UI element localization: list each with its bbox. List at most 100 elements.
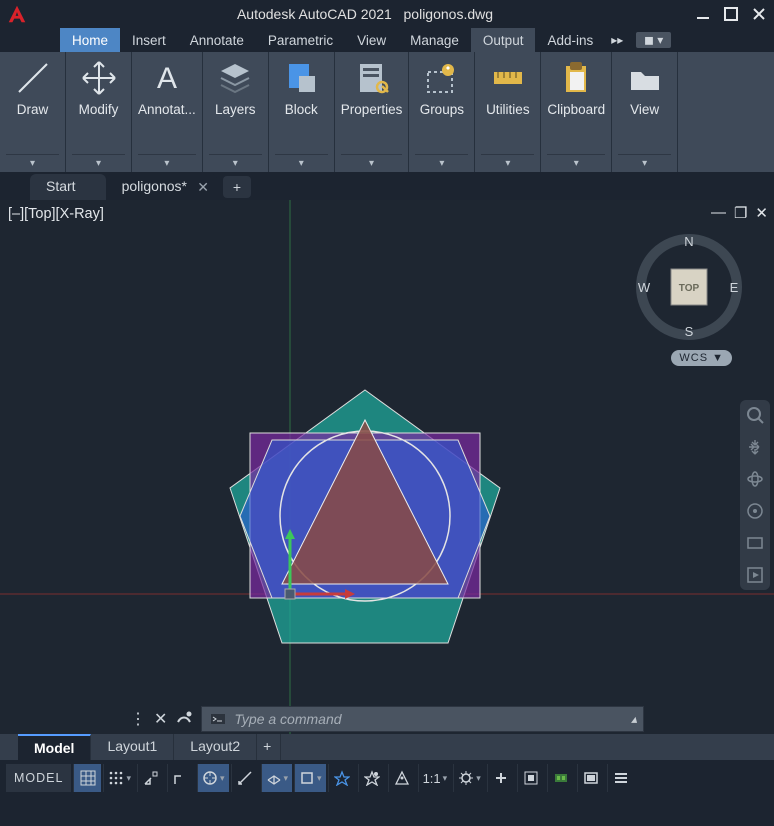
cmd-history-icon[interactable]: ▴ [631, 712, 637, 726]
ribbon-panel-properties[interactable]: Properties ▾ [335, 52, 410, 172]
title-bar: Autodesk AutoCAD 2021 poligonos.dwg [0, 0, 774, 28]
maximize-button[interactable] [722, 5, 740, 23]
layout-tab-add[interactable]: + [257, 734, 281, 760]
menu-addins[interactable]: Add-ins [535, 28, 605, 52]
ribbon-panel-clipboard[interactable]: Clipboard ▾ [541, 52, 612, 172]
menu-home[interactable]: Home [60, 28, 120, 52]
orbit-icon[interactable] [744, 468, 766, 490]
menu-insert[interactable]: Insert [120, 28, 178, 52]
ribbon-label: View [630, 102, 659, 117]
navcube-face: TOP [679, 283, 700, 294]
clean-icon[interactable] [577, 764, 605, 792]
document-tabs: Start poligonos* ✕ + [0, 172, 774, 200]
cmd-handle-icon[interactable]: ⋮ [130, 709, 146, 729]
infer-icon[interactable] [137, 764, 165, 792]
isolate-icon[interactable] [517, 764, 545, 792]
panel-expand[interactable]: ▾ [209, 154, 262, 172]
panel-expand[interactable]: ▾ [72, 154, 125, 172]
showmotion-icon[interactable] [744, 532, 766, 554]
menu-annotate[interactable]: Annotate [178, 28, 256, 52]
ribbon-panel-layers[interactable]: Layers ▾ [203, 52, 269, 172]
panel-expand[interactable]: ▾ [341, 154, 403, 172]
zoom-extents-icon[interactable] [744, 404, 766, 426]
tab-file[interactable]: poligonos* ✕ [106, 174, 217, 200]
move-icon [79, 58, 119, 98]
iso-icon[interactable]: ▾ [261, 764, 293, 792]
tab-file-label: poligonos* [122, 178, 187, 194]
menu-parametric[interactable]: Parametric [256, 28, 345, 52]
lineweight-icon[interactable] [358, 764, 386, 792]
snap-icon[interactable]: ▾ [103, 764, 135, 792]
ribbon-panel-view[interactable]: View ▾ [612, 52, 678, 172]
menu-icon[interactable] [607, 764, 635, 792]
ribbon-label: Modify [79, 102, 119, 117]
viewport[interactable]: [–][Top][X-Ray] — ❐ ✕ N E [0, 200, 774, 734]
cmd-customize-icon[interactable] [175, 708, 193, 731]
ribbon-panel-annotation[interactable]: A Annotat... ▾ [132, 52, 203, 172]
steering-icon[interactable] [744, 500, 766, 522]
cycle-icon[interactable]: 1:1▾ [418, 764, 452, 792]
menu-manage[interactable]: Manage [398, 28, 471, 52]
autosnap-icon[interactable] [328, 764, 356, 792]
plus-small-icon[interactable] [487, 764, 515, 792]
status-bar: MODEL ▾ ▾ ▾ ▾ 1:1▾ ▾ [0, 760, 774, 796]
dynamic-icon[interactable] [167, 764, 195, 792]
command-input[interactable]: Type a command ▴ [201, 706, 644, 732]
autocad-logo-icon [6, 3, 28, 25]
navcube-w: W [638, 280, 651, 295]
menu-output[interactable]: Output [471, 28, 536, 52]
panel-expand[interactable]: ▾ [6, 154, 59, 172]
cmd-close-icon[interactable]: ✕ [154, 709, 167, 729]
menu-view[interactable]: View [345, 28, 398, 52]
menu-overflow[interactable]: ▸▸ ◼ ▾ [611, 28, 671, 52]
panel-expand[interactable]: ▾ [618, 154, 671, 172]
navcube-s: S [685, 324, 694, 339]
ribbon-label: Block [285, 102, 318, 117]
svg-text:A: A [157, 62, 177, 95]
ribbon-label: Properties [341, 102, 403, 117]
view-cube[interactable]: N E S W TOP [634, 232, 744, 342]
minimize-button[interactable] [694, 5, 712, 23]
menu-bar: Home Insert Annotate Parametric View Man… [0, 28, 774, 52]
ribbon-panel-modify[interactable]: Modify ▾ [66, 52, 132, 172]
ribbon-panel-block[interactable]: Block ▾ [269, 52, 335, 172]
new-tab-button[interactable]: + [223, 176, 251, 198]
wcs-selector[interactable]: WCS ▼ [671, 350, 732, 366]
layout-tabs: Model Layout1 Layout2 + [0, 734, 774, 760]
ribbon-panel-utilities[interactable]: Utilities ▾ [475, 52, 541, 172]
ortho-icon[interactable]: ▾ [197, 764, 229, 792]
close-icon[interactable]: ✕ [197, 179, 209, 196]
status-model-button[interactable]: MODEL [6, 764, 71, 792]
ribbon-panel-groups[interactable]: Groups ▾ [409, 52, 475, 172]
properties-icon [352, 58, 392, 98]
navigation-bar [740, 400, 770, 590]
ribbon-label: Draw [17, 102, 49, 117]
navcube-e: E [730, 280, 739, 295]
play-icon[interactable] [744, 564, 766, 586]
transparency-icon[interactable] [388, 764, 416, 792]
ribbon: Draw ▾ Modify ▾ A Annotat... ▾ Layers ▾ … [0, 52, 774, 172]
ribbon-label: Utilities [486, 102, 530, 117]
layout-tab-2[interactable]: Layout2 [174, 734, 257, 760]
panel-expand[interactable]: ▾ [547, 154, 605, 172]
panel-expand[interactable]: ▾ [275, 154, 328, 172]
close-button[interactable] [750, 5, 768, 23]
ribbon-label: Layers [215, 102, 256, 117]
panel-expand[interactable]: ▾ [415, 154, 468, 172]
hardware-icon[interactable] [547, 764, 575, 792]
measure-icon [488, 58, 528, 98]
polar-icon[interactable] [231, 764, 259, 792]
layout-tab-1[interactable]: Layout1 [91, 734, 174, 760]
layout-tab-model[interactable]: Model [18, 734, 91, 760]
panel-expand[interactable]: ▾ [138, 154, 196, 172]
ribbon-panel-draw[interactable]: Draw ▾ [0, 52, 66, 172]
navcube-n: N [684, 234, 693, 249]
panel-expand[interactable]: ▾ [481, 154, 534, 172]
tab-start[interactable]: Start [30, 174, 106, 200]
command-placeholder: Type a command [234, 711, 341, 727]
pan-icon[interactable] [744, 436, 766, 458]
block-icon [281, 58, 321, 98]
grid-icon[interactable] [73, 764, 101, 792]
osnap-icon[interactable]: ▾ [294, 764, 326, 792]
gear-icon[interactable]: ▾ [453, 764, 485, 792]
